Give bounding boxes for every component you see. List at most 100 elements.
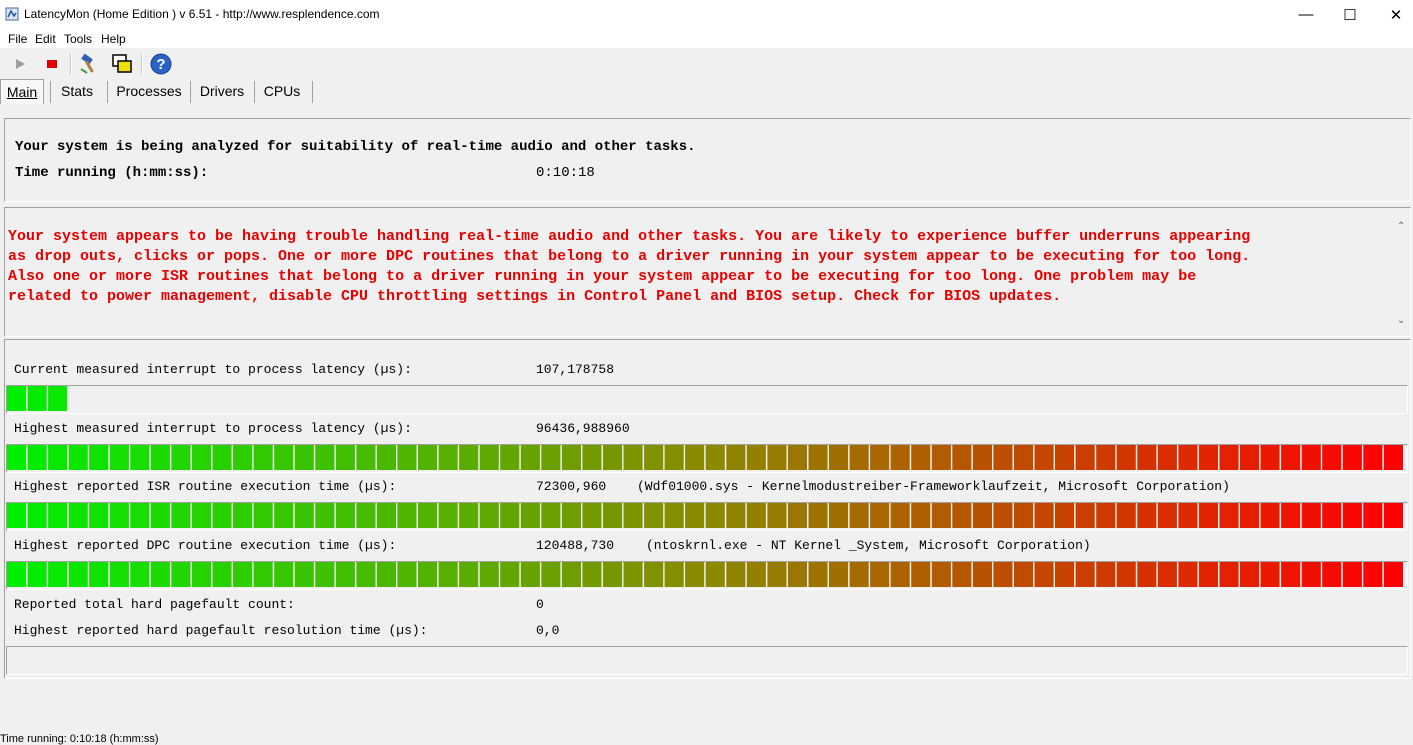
isr-time-value: 72300,960 [536,479,607,494]
bar-segment [1281,503,1301,528]
bar-segment [870,503,890,528]
toolbar: ? [0,49,1413,79]
bar-segment [150,503,170,528]
bar-segment [356,445,376,470]
analysis-panel: Your system is being analyzed for suitab… [4,118,1411,202]
bar-segment [767,445,787,470]
bar-segment [1260,445,1280,470]
conclusion-scrollbar[interactable]: ⌃ ⌄ [1395,209,1409,333]
bar-segment [1034,445,1054,470]
bar-segment [1198,503,1218,528]
bar-segment [1219,562,1239,587]
bar-segment [1342,445,1362,470]
bar-segment [705,562,725,587]
conclusion-panel[interactable]: Your system appears to be having trouble… [4,207,1411,337]
bar-segment [356,503,376,528]
help-button[interactable]: ? [149,52,173,76]
bar-segment [335,445,355,470]
bar-segment [664,562,684,587]
bar-segment [27,503,47,528]
bar-segment [520,503,540,528]
tab-drivers[interactable]: Drivers [197,79,247,103]
bar-segment [89,445,109,470]
close-icon: ✕ [1389,6,1403,24]
menu-help[interactable]: Help [101,32,126,46]
status-text: Time running: 0:10:18 (h:mm:ss) [0,733,159,745]
bar-segment [1260,503,1280,528]
menu-file[interactable]: File [8,32,27,46]
bar-segment [520,562,540,587]
time-running-value: 0:10:18 [536,165,595,181]
bar-segment [952,562,972,587]
bar-segment [931,503,951,528]
windows-icon [112,54,132,73]
bar-segment [1363,445,1383,470]
bar-segment [315,445,335,470]
bar-segment [479,445,499,470]
bar-segment [1075,503,1095,528]
bar-segment [746,445,766,470]
bar-segment [130,503,150,528]
windows-button[interactable] [110,52,134,76]
bar-segment [315,503,335,528]
tab-label: Stats [61,83,93,99]
bar-segment [233,445,253,470]
bar-segment [171,445,191,470]
bar-segment [890,562,910,587]
conclusion-line: related to power management, disable CPU… [8,288,1062,305]
maximize-button[interactable]: ☐ [1327,0,1373,29]
bar-segment [623,503,643,528]
bar-segment [829,503,849,528]
bar-segment [829,562,849,587]
status-bar: Time running: 0:10:18 (h:mm:ss) [0,733,1413,745]
bar-segment [89,503,109,528]
bar-segment [1363,503,1383,528]
bar-segment [274,503,294,528]
menu-tools[interactable]: Tools [64,32,92,46]
report-button[interactable] [78,52,102,76]
menu-edit[interactable]: Edit [35,32,56,46]
scroll-down-icon[interactable]: ⌄ [1397,315,1405,326]
bar-segment [685,562,705,587]
bar-segment [1075,562,1095,587]
bar-segment [582,562,602,587]
bar-segment [212,503,232,528]
bar-segment [849,503,869,528]
tab-processes[interactable]: Processes [114,79,184,103]
bar-segment [1178,445,1198,470]
bar-segment [1260,562,1280,587]
bar-segment [109,562,129,587]
bar-segment [746,503,766,528]
bar-segment [1383,445,1403,470]
dpc-time-value: 120488,730 [536,538,615,553]
help-glyph: ? [156,56,165,73]
bar-segment [418,503,438,528]
tab-main[interactable]: Main [0,79,44,104]
bar-segment [1240,503,1260,528]
play-icon [16,59,25,69]
pagefault-count-value: 0 [536,597,544,612]
minimize-button[interactable]: — [1283,0,1329,29]
bar-segment [500,503,520,528]
bar-segment [1075,445,1095,470]
bar-segment [972,445,992,470]
bar-segment [972,562,992,587]
bar-segment [253,503,273,528]
bar-segment [952,503,972,528]
bar-segment [561,562,581,587]
bar-segment [459,445,479,470]
bar-segment [1157,562,1177,587]
tab-cpus[interactable]: CPUs [260,79,304,103]
bar-segment [233,562,253,587]
scroll-up-icon[interactable]: ⌃ [1397,221,1405,232]
bar-segment [1322,503,1342,528]
close-button[interactable]: ✕ [1373,0,1413,29]
stop-button[interactable] [40,52,64,76]
tab-stats[interactable]: Stats [56,79,98,103]
bar-segment [130,445,150,470]
bar-segment [1301,503,1321,528]
minimize-icon: — [1298,6,1314,23]
bar-segment [603,503,623,528]
bar-segment [1219,445,1239,470]
play-button[interactable] [8,52,32,76]
